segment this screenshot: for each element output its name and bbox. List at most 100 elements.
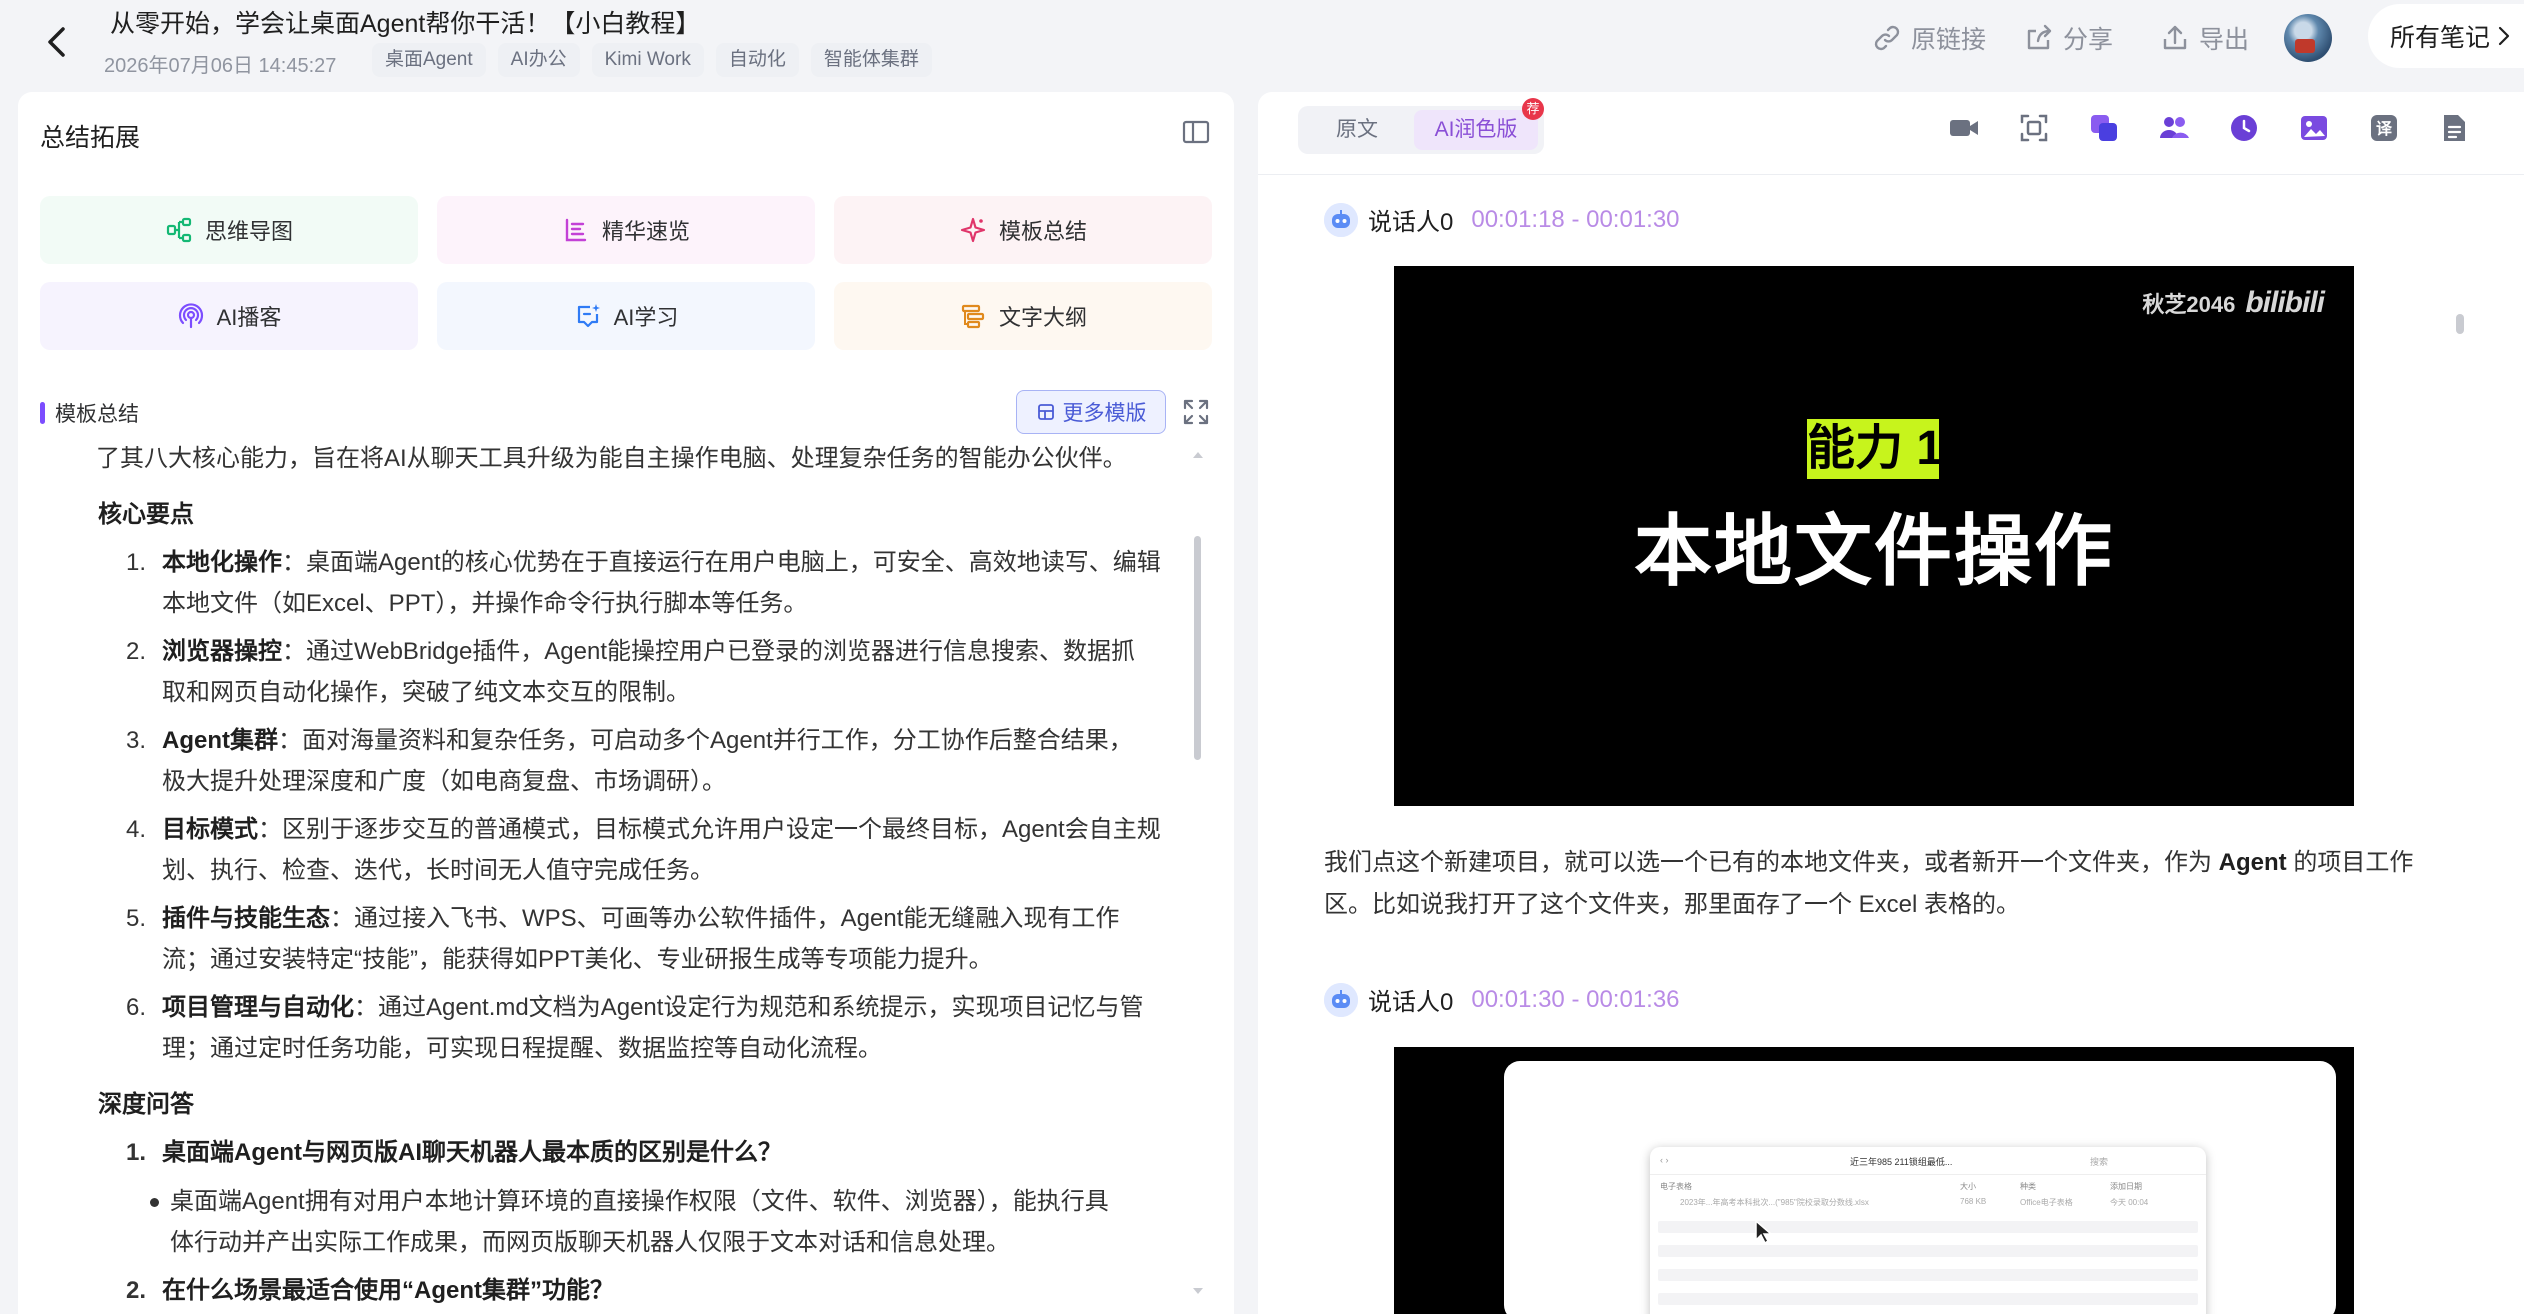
copy-icon[interactable]: [2088, 112, 2120, 144]
list-item: 5. 插件与技能生态：通过接入飞书、WPS、可画等办公软件插件，Agent能无缝融…: [126, 905, 1120, 973]
created-date: 2026年07月06日 14:45:27: [104, 55, 337, 77]
image-icon[interactable]: [2298, 112, 2330, 144]
link-icon: [1872, 23, 1902, 53]
chevron-right-icon: [2498, 26, 2510, 46]
ai-podcast-button[interactable]: AI播客: [40, 282, 418, 350]
speaker-row: 说话人0 00:01:18 - 00:01:30: [1324, 202, 1680, 237]
robot-avatar-icon: [1324, 202, 1358, 237]
speakers-icon[interactable]: [2158, 112, 2190, 144]
list-item: 2. 浏览器操控：通过WebBridge插件，Agent能操控用户已登录的浏览器进…: [126, 638, 1136, 706]
list-item: 2. 在什么场景最适合使用“Agent集群”功能？: [126, 1277, 614, 1304]
clock-icon[interactable]: [2228, 112, 2260, 144]
tag[interactable]: AI办公: [497, 43, 580, 77]
summary-panel: 总结拓展 思维导图 精华速览 模板总结 AI播客 AI学习 文字大纲 模板总结 …: [18, 92, 1234, 1314]
export-label: 导出: [2199, 26, 2250, 54]
translate-icon[interactable]: 译: [2368, 112, 2400, 144]
transcript-scrollbar[interactable]: [2456, 314, 2464, 334]
list-item: 6. 项目管理与自动化：通过Agent.md文档为Agent设定行为规范和系统提示…: [126, 994, 1144, 1062]
transcript-paragraph: 我们点这个新建项目，就可以选一个已有的本地文件夹，或者新开一个文件夹，作为 Ag…: [1324, 849, 2414, 918]
screenshot-icon[interactable]: [2018, 112, 2050, 144]
ai-podcast-label: AI播客: [216, 305, 282, 330]
timestamp-link[interactable]: 00:01:18 - 00:01:30: [1471, 206, 1679, 234]
finder-window: ‹ › 近三年985 211锁组最低... 搜索 电子表格 大小 种类 添加日期…: [1650, 1147, 2206, 1314]
ai-learning-label: AI学习: [613, 305, 679, 330]
user-avatar[interactable]: [2284, 14, 2332, 62]
list-item: 3. Agent集群：面对海量资料和复杂任务，可启动多个Agent并行工作，分工协…: [126, 727, 1133, 795]
video-frame[interactable]: 秋芝2046 bilibili 能力 1 本地文件操作: [1394, 266, 2354, 806]
frame-headline: 本地文件操作: [1633, 507, 2114, 595]
mindmap-button[interactable]: 思维导图: [40, 196, 418, 264]
video-icon[interactable]: [1948, 112, 1980, 144]
summary-intro: 了其八大核心能力，旨在将AI从聊天工具升级为能自主操作电脑、处理复杂任务的智能办…: [96, 445, 1127, 472]
ai-learning-button[interactable]: AI学习: [437, 282, 815, 350]
export-icon: [2160, 23, 2190, 53]
tag[interactable]: Kimi Work: [591, 43, 704, 77]
watermark: 秋芝2046 bilibili: [2142, 286, 2325, 319]
list-icon: [562, 216, 590, 244]
share-icon: [2024, 23, 2054, 53]
tag[interactable]: 自动化: [715, 43, 799, 77]
podcast-icon: [177, 302, 205, 330]
highlights-button[interactable]: 精华速览: [437, 196, 815, 264]
all-notes-button[interactable]: 所有笔记: [2368, 4, 2524, 68]
more-templates-button[interactable]: 更多模版: [1016, 390, 1166, 434]
text-outline-button[interactable]: 文字大纲: [834, 282, 1212, 350]
speaker-name: 说话人0: [1368, 209, 1454, 236]
speaker-row: 说话人0 00:01:30 - 00:01:36: [1324, 982, 1680, 1017]
highlights-label: 精华速览: [601, 219, 690, 244]
tab-ai-polished[interactable]: AI润色版: [1414, 110, 1538, 150]
robot-avatar-icon: [1324, 982, 1358, 1017]
tab-original[interactable]: 原文: [1302, 110, 1412, 150]
transcript-toolbar: 译: [1948, 112, 2470, 144]
source-link-label: 原链接: [1911, 26, 1987, 54]
template-summary-label: 模板总结: [998, 219, 1087, 244]
transcript-panel: 原文 AI润色版 荐 译 说话人0 00:01:18 - 00:01:30 秋芝…: [1258, 92, 2524, 1314]
version-switch: 原文 AI润色版: [1298, 106, 1544, 154]
section-label: 模板总结: [55, 403, 139, 426]
template-icon: [1036, 402, 1056, 422]
tag[interactable]: 桌面Agent: [372, 43, 486, 77]
fullscreen-icon[interactable]: [1180, 396, 1212, 428]
share-label: 分享: [2063, 26, 2114, 54]
all-notes-label: 所有笔记: [2390, 24, 2491, 52]
document-icon[interactable]: [2438, 112, 2470, 144]
toolbar-divider: [1258, 174, 2524, 175]
tag-list: 桌面Agent AI办公 Kimi Work 自动化 智能体集群: [372, 43, 932, 77]
ability-label: 能力 1: [1807, 419, 1943, 479]
back-button[interactable]: [30, 16, 82, 68]
share-button[interactable]: 分享: [2024, 20, 2113, 56]
timestamp-link[interactable]: 00:01:30 - 00:01:36: [1471, 986, 1679, 1014]
mouse-cursor-icon: [1754, 1219, 1774, 1245]
bilibili-logo: bilibili: [2245, 286, 2325, 319]
summary-content[interactable]: 了其八大核心能力，旨在将AI从聊天工具升级为能自主操作电脑、处理复杂任务的智能办…: [18, 438, 1198, 1314]
chat-sparkle-icon: [574, 302, 602, 330]
qa-list: 1. 桌面端Agent与网页版AI聊天机器人最本质的区别是什么？: [126, 1132, 1158, 1173]
mindmap-label: 思维导图: [204, 219, 293, 244]
list-item: 4. 目标模式：区别于逐步交互的普通模式，目标模式允许用户设定一个最终目标，Age…: [126, 816, 1161, 884]
summary-panel-title: 总结拓展: [40, 124, 141, 152]
top-bar: 从零开始，学会让桌面Agent帮你干活！【小白教程】 2026年07月06日 1…: [0, 0, 2524, 90]
summary-scrollbar[interactable]: [1194, 536, 1201, 760]
outline-icon: [959, 302, 987, 330]
template-summary-button[interactable]: 模板总结: [834, 196, 1212, 264]
section-header: 模板总结: [40, 398, 139, 428]
scroll-down-arrow[interactable]: [1193, 1288, 1203, 1294]
list-item: 1. 桌面端Agent与网页版AI聊天机器人最本质的区别是什么？: [126, 1139, 782, 1166]
export-button[interactable]: 导出: [2160, 20, 2249, 56]
section-accent-bar: [40, 402, 45, 424]
sparkle-icon: [959, 216, 987, 244]
scroll-up-arrow[interactable]: [1193, 452, 1203, 458]
tag[interactable]: 智能体集群: [810, 43, 932, 77]
video-frame[interactable]: ‹ › 近三年985 211锁组最低... 搜索 电子表格 大小 种类 添加日期…: [1394, 1047, 2354, 1314]
collapse-panel-icon[interactable]: [1180, 116, 1212, 148]
core-points-list: 1. 本地化操作：桌面端Agent的核心优势在于直接运行在用户电脑上，可安全、高效…: [126, 542, 1161, 1069]
source-link-button[interactable]: 原链接: [1872, 20, 1986, 56]
qa-answer: 桌面端Agent拥有对用户本地计算环境的直接操作权限（文件、软件、浏览器），能执…: [98, 1181, 1158, 1263]
qa-heading: 深度问答: [98, 1091, 194, 1118]
translate-icon-label: 译: [2376, 119, 2393, 138]
qa-list: 2. 在什么场景最适合使用“Agent集群”功能？: [126, 1270, 1158, 1311]
core-points-heading: 核心要点: [98, 501, 194, 528]
more-templates-label: 更多模版: [1062, 402, 1147, 425]
page-title: 从零开始，学会让桌面Agent帮你干活！【小白教程】: [110, 10, 701, 38]
speaker-name: 说话人0: [1368, 989, 1454, 1016]
